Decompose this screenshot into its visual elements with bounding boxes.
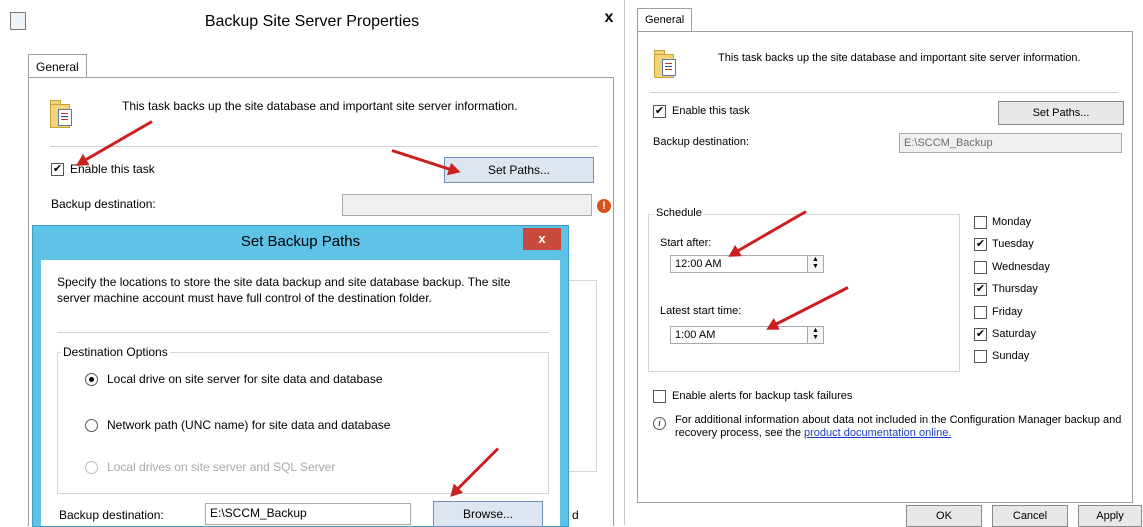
- separator: [650, 92, 1118, 93]
- day-wednesday-checkbox[interactable]: [974, 261, 987, 274]
- ok-button[interactable]: OK: [906, 505, 982, 527]
- day-tuesday-checkbox[interactable]: ✔: [974, 238, 987, 251]
- background-group-edge: [566, 280, 597, 472]
- schedule-label: Schedule: [654, 207, 704, 219]
- separator: [57, 332, 549, 333]
- cancel-button[interactable]: Cancel: [992, 505, 1068, 527]
- day-sunday-checkbox[interactable]: [974, 350, 987, 363]
- backup-destination-field[interactable]: [342, 194, 592, 216]
- radio-local-drive[interactable]: [85, 373, 98, 386]
- latest-start-time-input[interactable]: 1:00 AM ▲ ▼: [670, 326, 824, 344]
- day-monday-checkbox[interactable]: [974, 216, 987, 229]
- day-sunday-label: Sunday: [992, 350, 1030, 362]
- latest-start-label: Latest start time:: [660, 305, 742, 317]
- instructions-text: Specify the locations to store the site …: [57, 275, 511, 305]
- backup-destination-label: Backup destination:: [653, 136, 750, 148]
- radio-network-path[interactable]: [85, 419, 98, 432]
- backup-destination-field[interactable]: E:\SCCM_Backup: [899, 133, 1122, 153]
- general-properties-panel: General This task backs up the site data…: [634, 0, 1143, 527]
- latest-start-value: 1:00 AM: [675, 329, 716, 341]
- enable-alerts-checkbox[interactable]: [653, 390, 666, 403]
- close-icon[interactable]: x: [523, 228, 561, 250]
- set-backup-paths-dialog: Set Backup Paths x Specify the locations…: [32, 225, 569, 527]
- dialog-title: Backup Site Server Properties: [204, 13, 420, 30]
- enable-task-checkbox[interactable]: ✔: [653, 105, 666, 118]
- radio-local-drive-label: Local drive on site server for site data…: [107, 372, 383, 386]
- dialog-title: Set Backup Paths: [240, 233, 361, 250]
- group-title: Destination Options: [61, 345, 170, 359]
- day-saturday-checkbox[interactable]: ✔: [974, 328, 987, 341]
- backup-task-icon: [654, 50, 676, 78]
- backup-task-icon: [50, 100, 72, 128]
- info-icon: i: [653, 417, 666, 430]
- apply-button[interactable]: Apply: [1078, 505, 1142, 527]
- day-wednesday-label: Wednesday: [992, 261, 1050, 273]
- radio-local-drives-sql-label: Local drives on site server and SQL Serv…: [107, 460, 336, 474]
- start-after-spinner-icon[interactable]: ▲ ▼: [807, 256, 823, 272]
- product-documentation-link[interactable]: product documentation online.: [804, 427, 951, 439]
- task-description: This task backs up the site database and…: [122, 99, 518, 113]
- set-paths-button[interactable]: Set Paths...: [444, 157, 594, 183]
- day-monday-label: Monday: [992, 216, 1032, 228]
- backup-destination-label: Backup destination:: [59, 508, 164, 522]
- error-icon: !: [597, 199, 611, 213]
- start-after-label: Start after:: [660, 237, 712, 249]
- tab-general[interactable]: General: [637, 8, 693, 32]
- day-thursday-label: Thursday: [992, 283, 1038, 295]
- close-icon[interactable]: x: [598, 8, 620, 28]
- start-after-time-input[interactable]: 12:00 AM ▲ ▼: [670, 255, 824, 273]
- tab-general[interactable]: General: [28, 54, 87, 79]
- info-text-line-1: For additional information about data no…: [675, 414, 1122, 426]
- enable-task-label: Enable this task: [672, 105, 750, 117]
- enable-task-checkbox[interactable]: ✔: [51, 163, 64, 176]
- backup-destination-label: Backup destination:: [51, 197, 156, 211]
- task-description: This task backs up the site database and…: [718, 52, 1081, 64]
- day-friday-label: Friday: [992, 306, 1023, 318]
- trailing-text: d: [572, 508, 579, 522]
- enable-alerts-label: Enable alerts for backup task failures: [672, 390, 853, 402]
- radio-local-drives-sql: [85, 461, 98, 474]
- latest-start-spinner-icon[interactable]: ▲ ▼: [807, 327, 823, 343]
- dialog-body: Specify the locations to store the site …: [41, 260, 560, 527]
- radio-network-path-label: Network path (UNC name) for site data an…: [107, 418, 391, 432]
- day-saturday-label: Saturday: [992, 328, 1037, 340]
- set-paths-button[interactable]: Set Paths...: [998, 101, 1124, 125]
- day-thursday-checkbox[interactable]: ✔: [974, 283, 987, 296]
- day-friday-checkbox[interactable]: [974, 306, 987, 319]
- start-after-value: 12:00 AM: [675, 258, 722, 270]
- separator: [50, 146, 598, 147]
- info-text-prefix: recovery process, see the: [675, 427, 805, 439]
- info-text-line-2: recovery process, see the product docume…: [675, 427, 951, 439]
- backup-destination-input[interactable]: E:\SCCM_Backup: [205, 503, 411, 525]
- browse-button[interactable]: Browse...: [433, 501, 543, 527]
- day-tuesday-label: Tuesday: [992, 238, 1034, 250]
